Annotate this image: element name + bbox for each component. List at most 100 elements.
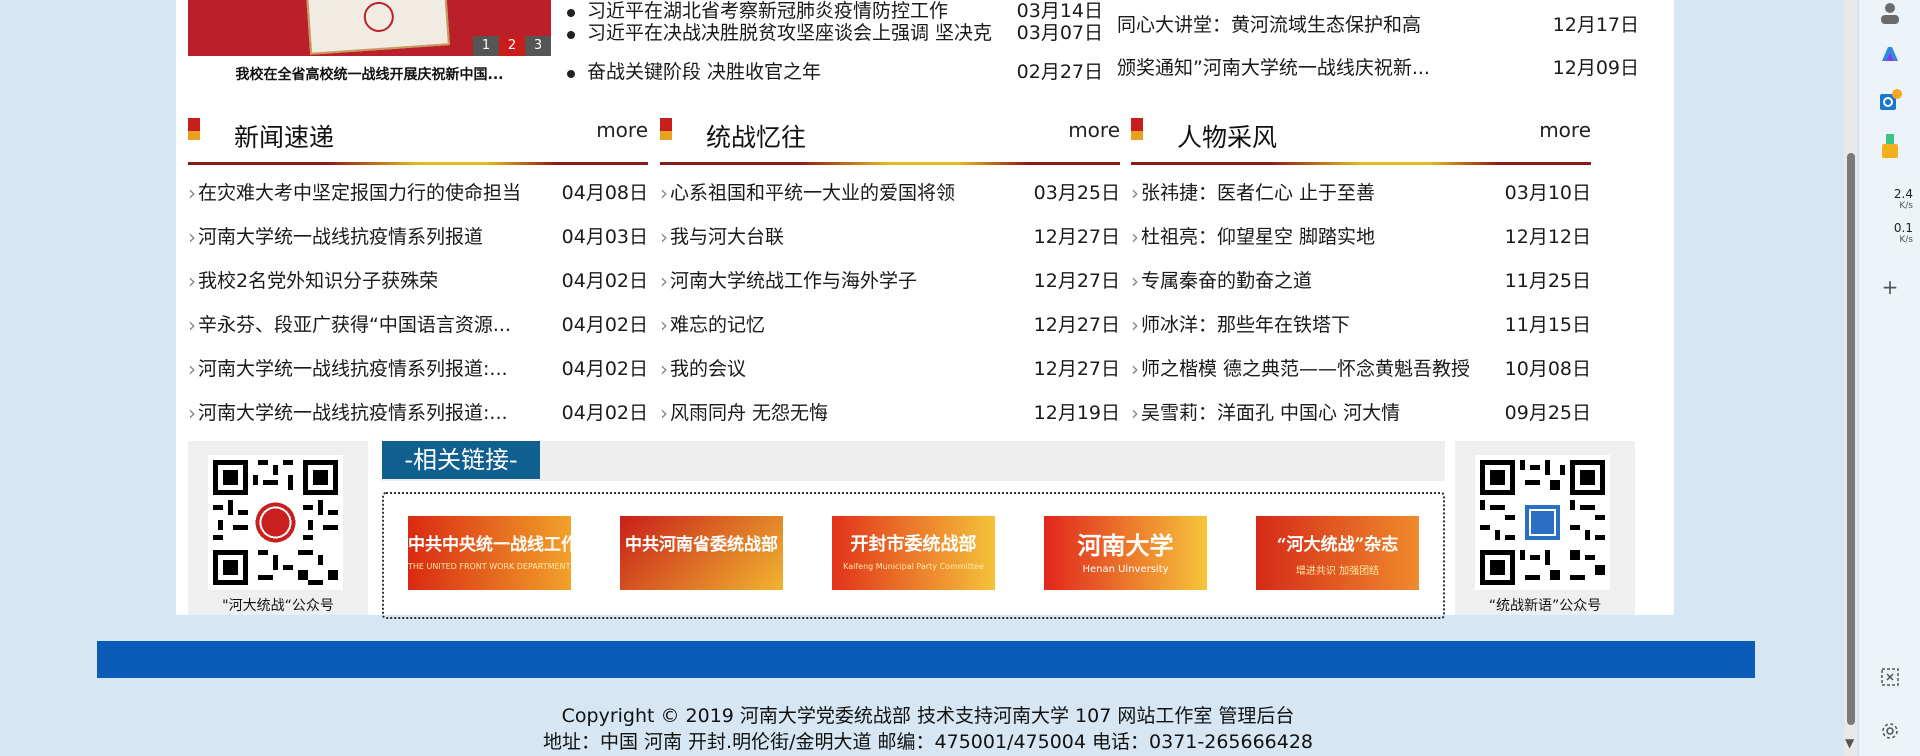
outlook-icon[interactable] xyxy=(1877,88,1903,114)
list-item-title[interactable]: 河南大学统战工作与海外学子 xyxy=(670,259,917,303)
link-logo-kaifeng-committee[interactable]: 开封市委统战部 Kaifeng Municipal Party Committe… xyxy=(832,516,995,590)
list-item-title[interactable]: 河南大学统一战线抗疫情系列报道:... xyxy=(198,391,508,435)
slide-page-2[interactable]: 2 xyxy=(499,36,525,56)
slideshow-caption[interactable]: 我校在全省高校统一战线开展庆祝新中国... xyxy=(188,64,551,84)
qr-code-left-box: "河大统战“公众号 xyxy=(188,441,368,615)
list-item[interactable]: › 难忘的记忆 12月27日 xyxy=(660,303,1120,347)
related-links-section: -相关链接- 中共中央统一战线工作部 THE UNITED FRONT WORK… xyxy=(382,441,1445,619)
list-item-title[interactable]: 河南大学统一战线抗疫情系列报道 xyxy=(198,215,483,259)
copilot-icon[interactable] xyxy=(1877,42,1903,68)
slide-page-1[interactable]: 1 xyxy=(473,36,499,56)
list-item[interactable]: › 河南大学统一战线抗疫情系列报道 04月03日 xyxy=(188,215,648,259)
list-item-date: 12月27日 xyxy=(1033,226,1120,248)
list-item-title[interactable]: 在灾难大考中坚定报国力行的使命担当 xyxy=(198,171,521,215)
scrollbar-thumb[interactable] xyxy=(1847,153,1855,725)
slideshow-pager: 1 2 3 xyxy=(473,36,551,56)
column-divider xyxy=(660,162,1120,165)
slide-page-3[interactable]: 3 xyxy=(525,36,551,56)
list-item-title[interactable]: 奋战关键阶段 决胜收官之年 xyxy=(587,53,821,92)
link-logo-henan-university[interactable]: 河南大学 Henan Uinversity xyxy=(1044,516,1207,590)
list-item-title[interactable]: 风雨同舟 无怨无悔 xyxy=(670,391,828,435)
list-item-date: 04月02日 xyxy=(561,358,648,380)
chevron-right-icon: › xyxy=(660,357,668,381)
chevron-right-icon: › xyxy=(1131,401,1139,425)
chevron-right-icon: › xyxy=(660,313,668,337)
link-logo-henan-provincial-committee[interactable]: 中共河南省委统战部 xyxy=(620,516,783,590)
list-item-title[interactable]: 河南大学统一战线抗疫情系列报道:... xyxy=(198,347,508,391)
list-item[interactable]: › 专属秦奋的勤奋之道 11月25日 xyxy=(1131,259,1591,303)
drop-icon[interactable] xyxy=(1877,134,1903,160)
list-item[interactable]: › 辛永芬、段亚广获得“中国语言资源... 04月02日 xyxy=(188,303,648,347)
list-item[interactable]: › 张祎捷：医者仁心 止于至善 03月10日 xyxy=(1131,171,1591,215)
list-item[interactable]: › 在灾难大考中坚定报国力行的使命担当 04月08日 xyxy=(188,171,648,215)
more-link[interactable]: more xyxy=(1539,118,1591,142)
profile-icon[interactable] xyxy=(1877,0,1903,26)
list-item[interactable]: › 我与河大台联 12月27日 xyxy=(660,215,1120,259)
list-item-title[interactable]: 师之楷模 德之典范——怀念黄魁吾教授 xyxy=(1141,347,1470,391)
logo-text: “河大统战”杂志 xyxy=(1276,535,1399,555)
logo-text: 中共河南省委统战部 xyxy=(625,535,778,555)
list-item[interactable]: › 我校2名党外知识分子获殊荣 04月02日 xyxy=(188,259,648,303)
list-item-date: 12月17日 xyxy=(1552,14,1639,36)
link-logo-hedatongzhan-magazine[interactable]: “河大统战”杂志 增进共识 加强团结 xyxy=(1256,516,1419,590)
list-item[interactable]: › 杜祖亮：仰望星空 脚踏实地 12月12日 xyxy=(1131,215,1591,259)
list-item[interactable]: › 风雨同舟 无怨无悔 12月19日 xyxy=(660,391,1120,435)
chevron-right-icon: › xyxy=(188,357,196,381)
list-item-title[interactable]: 难忘的记忆 xyxy=(670,303,765,347)
settings-gear-icon[interactable] xyxy=(1877,718,1903,744)
section-marker-icon xyxy=(660,118,672,140)
more-link[interactable]: more xyxy=(596,118,648,142)
list-item-title[interactable]: 辛永芬、段亚广获得“中国语言资源... xyxy=(198,303,511,347)
screenshot-icon[interactable] xyxy=(1877,664,1903,690)
list-item[interactable]: › 吴雪莉：洋面孔 中国心 河大情 09月25日 xyxy=(1131,391,1591,435)
list-item[interactable]: 颁奖通知”河南大学统一战线庆祝新... 12月09日 xyxy=(1117,49,1639,92)
list-item-date: 11月25日 xyxy=(1504,270,1591,292)
list-item[interactable]: 奋战关键阶段 决胜收官之年 02月27日 xyxy=(565,53,1103,92)
add-icon[interactable]: + xyxy=(1877,274,1903,300)
list-item[interactable]: › 河南大学统一战线抗疫情系列报道:... 04月02日 xyxy=(188,347,648,391)
list-item[interactable]: › 河南大学统一战线抗疫情系列报道:... 04月02日 xyxy=(188,391,648,435)
list-item-title[interactable]: 杜祖亮：仰望星空 脚踏实地 xyxy=(1141,215,1375,259)
list-item[interactable]: 习近平在决战决胜脱贫攻坚座谈会上强调 坚决克 03月07日 xyxy=(565,14,1103,53)
list-item-title[interactable]: 专属秦奋的勤奋之道 xyxy=(1141,259,1312,303)
list-item[interactable]: › 师之楷模 德之典范——怀念黄魁吾教授 10月08日 xyxy=(1131,347,1591,391)
list-item-title[interactable]: 吴雪莉：洋面孔 中国心 河大情 xyxy=(1141,391,1400,435)
news-column-history: 统战忆往 more › 心系祖国和平统一大业的爱国将领 03月25日 › 我与河大台联… xyxy=(660,112,1120,435)
list-item[interactable]: › 师冰洋：那些年在铁塔下 11月15日 xyxy=(1131,303,1591,347)
list-item[interactable]: › 心系祖国和平统一大业的爱国将领 03月25日 xyxy=(660,171,1120,215)
qr-caption: “统战新语”公众号 xyxy=(1488,598,1602,614)
more-link[interactable]: more xyxy=(1068,118,1120,142)
list-item-title[interactable]: 我与河大台联 xyxy=(670,215,784,259)
list-item-title[interactable]: 张祎捷：医者仁心 止于至善 xyxy=(1141,171,1375,215)
list-item-title[interactable]: 心系祖国和平统一大业的爱国将领 xyxy=(670,171,955,215)
footer-address: 地址：中国 河南 开封.明伦街/金明大道 邮编：475001/475004 电话… xyxy=(542,731,1314,753)
column-header: 人物采风 more xyxy=(1131,112,1591,162)
slideshow-image[interactable]: 1 2 3 xyxy=(188,0,551,56)
list-item-date: 10月08日 xyxy=(1504,358,1591,380)
chevron-right-icon: › xyxy=(660,181,668,205)
upload-speed: 2.4 K/s xyxy=(1893,187,1913,211)
list-item-date: 03月10日 xyxy=(1504,182,1591,204)
chevron-right-icon: › xyxy=(188,313,196,337)
list-item-title[interactable]: 我的会议 xyxy=(670,347,746,391)
link-logo-united-front-department[interactable]: 中共中央统一战线工作部 THE UNITED FRONT WORK DEPART… xyxy=(408,516,571,590)
browser-sidebar: 2.4 K/s 0.1 K/s + xyxy=(1858,0,1920,756)
chevron-right-icon: › xyxy=(1131,181,1139,205)
list-item-title[interactable]: 师冰洋：那些年在铁塔下 xyxy=(1141,303,1350,347)
list-item-title[interactable]: 颁奖通知”河南大学统一战线庆祝新... xyxy=(1117,49,1430,87)
list-item-title[interactable]: 我校2名党外知识分子获殊荣 xyxy=(198,259,438,303)
list-item-title[interactable]: 同心大讲堂：黄河流域生态保护和高 xyxy=(1117,6,1421,44)
list-item-date: 04月02日 xyxy=(561,314,648,336)
list-item-title[interactable]: 习近平在决战决胜脱贫攻坚座谈会上强调 坚决克 xyxy=(587,14,992,53)
list-item[interactable]: 同心大讲堂：黄河流域生态保护和高 12月17日 xyxy=(1117,6,1639,49)
vertical-scrollbar[interactable]: ▼ xyxy=(1844,0,1858,756)
list-item[interactable]: › 河南大学统战工作与海外学子 12月27日 xyxy=(660,259,1120,303)
list-item[interactable]: › 我的会议 12月27日 xyxy=(660,347,1120,391)
qr-code-icon xyxy=(1475,455,1610,590)
list-item-date: 03月25日 xyxy=(1033,182,1120,204)
logo-text: 中共中央统一战线工作部 xyxy=(408,535,571,555)
scroll-down-arrow-icon[interactable]: ▼ xyxy=(1845,736,1854,750)
list-item-date: 04月02日 xyxy=(561,270,648,292)
logo-subtext: Kaifeng Municipal Party Committee xyxy=(843,562,984,571)
related-links-tab[interactable]: -相关链接- xyxy=(382,441,540,479)
